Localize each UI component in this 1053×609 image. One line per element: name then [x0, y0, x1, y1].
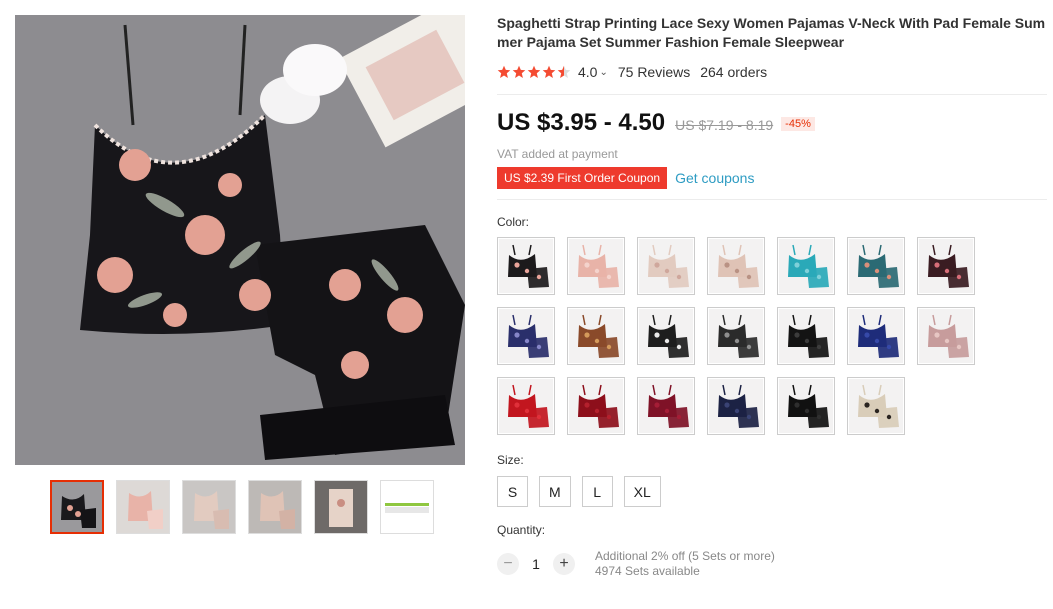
swatch-thumbnail	[709, 239, 763, 293]
swatch-thumbnail	[639, 379, 693, 433]
swatch-thumbnail	[849, 309, 903, 363]
size-option-m[interactable]: M	[539, 476, 571, 507]
color-swatch-black-lace[interactable]	[777, 307, 835, 365]
swatch-thumbnail	[849, 379, 903, 433]
color-swatches	[497, 237, 1052, 435]
size-option-s[interactable]: S	[497, 476, 528, 507]
color-swatch-teal-floral[interactable]	[847, 237, 905, 295]
swatch-thumbnail	[709, 309, 763, 363]
swatch-thumbnail	[499, 239, 553, 293]
color-swatch-navy-lace[interactable]	[707, 377, 765, 435]
color-swatch-black-satin[interactable]	[777, 377, 835, 435]
stock-available: 4974 Sets available	[595, 564, 700, 578]
thumbnail-3[interactable]	[182, 480, 236, 534]
color-swatch-burgundy[interactable]	[637, 377, 695, 435]
color-swatch-black-floral-with-pads[interactable]	[497, 237, 555, 295]
size-label: Size:	[497, 453, 524, 467]
star-icon	[542, 65, 556, 78]
chevron-down-icon[interactable]: ⌄	[599, 67, 607, 78]
quantity-label: Quantity:	[497, 523, 546, 537]
swatch-thumbnail	[569, 379, 623, 433]
thumbnail-1[interactable]	[50, 480, 104, 534]
swatch-thumbnail	[569, 309, 623, 363]
rating-row: 4.0 ⌄ 75 Reviews 264 orders	[497, 62, 1052, 82]
color-swatch-dark-floral[interactable]	[707, 307, 765, 365]
vat-note: VAT added at payment	[497, 147, 618, 161]
reviews-link[interactable]: 75 Reviews	[618, 64, 690, 80]
star-icon	[497, 65, 511, 78]
color-swatch-pink-floral[interactable]	[567, 237, 625, 295]
thumbnail-2[interactable]	[116, 480, 170, 534]
size-option-xl[interactable]: XL	[623, 476, 661, 507]
product-info: Spaghetti Strap Printing Lace Sexy Women…	[497, 14, 1052, 579]
thumbnail-4[interactable]	[248, 480, 302, 534]
swatch-thumbnail	[639, 309, 693, 363]
swatch-thumbnail	[499, 379, 553, 433]
rating-stars[interactable]	[497, 65, 571, 79]
main-product-image[interactable]	[15, 15, 465, 465]
increase-quantity-button[interactable]: +	[553, 553, 575, 575]
color-swatch-burgundy-floral[interactable]	[917, 237, 975, 295]
discount-badge: -45%	[781, 117, 815, 131]
get-coupons-link[interactable]: Get coupons	[675, 170, 754, 186]
swatch-thumbnail	[779, 239, 833, 293]
size-option-l[interactable]: L	[581, 476, 613, 507]
color-swatch-aqua[interactable]	[777, 237, 835, 295]
color-swatch-dusty-pink[interactable]	[917, 307, 975, 365]
original-price: US $7.19 - 8.19	[675, 117, 774, 133]
color-swatch-red[interactable]	[497, 377, 555, 435]
half-star-icon	[557, 65, 571, 78]
size-options: S M L XL	[497, 476, 1052, 507]
quantity-input[interactable]: 1	[519, 556, 553, 572]
color-swatch-black-white-floral[interactable]	[637, 307, 695, 365]
pajama-photo	[15, 15, 465, 465]
thumbnail-5[interactable]	[314, 480, 368, 534]
swatch-thumbnail	[919, 309, 973, 363]
color-swatch-navy-blue[interactable]	[847, 307, 905, 365]
bulk-discount-note: Additional 2% off (5 Sets or more)	[595, 549, 775, 563]
swatch-thumbnail	[569, 239, 623, 293]
swatch-thumbnail	[779, 379, 833, 433]
coupon-row: US $2.39 First Order Coupon Get coupons	[497, 167, 1052, 189]
swatch-thumbnail	[919, 239, 973, 293]
swatch-thumbnail	[499, 309, 553, 363]
price-row: US $3.95 - 4.50 US $7.19 - 8.19 -45%	[497, 109, 1052, 137]
decrease-quantity-button[interactable]: −	[497, 553, 519, 575]
product-gallery	[15, 15, 465, 465]
star-icon	[512, 65, 526, 78]
first-order-coupon[interactable]: US $2.39 First Order Coupon	[497, 167, 668, 189]
divider	[497, 94, 1047, 95]
color-label: Color:	[497, 215, 530, 229]
color-swatch-champagne[interactable]	[847, 377, 905, 435]
divider	[497, 199, 1047, 200]
thumbnail-strip	[50, 480, 434, 534]
star-icon	[527, 65, 541, 78]
color-swatch-cream-floral[interactable]	[707, 237, 765, 295]
quantity-stepper: − 1 + Additional 2% off (5 Sets or more)…	[497, 549, 1052, 579]
swatch-thumbnail	[709, 379, 763, 433]
swatch-thumbnail	[779, 309, 833, 363]
thumbnail-6[interactable]	[380, 480, 434, 534]
color-swatch-navy-print[interactable]	[497, 307, 555, 365]
quantity-info: Additional 2% off (5 Sets or more) 4974 …	[595, 549, 775, 579]
color-swatch-beige-floral[interactable]	[637, 237, 695, 295]
swatch-thumbnail	[639, 239, 693, 293]
color-swatch-wine-red[interactable]	[567, 377, 625, 435]
swatch-thumbnail	[849, 239, 903, 293]
orders-count: 264 orders	[700, 64, 768, 80]
current-price: US $3.95 - 4.50	[497, 109, 666, 136]
color-swatch-leopard[interactable]	[567, 307, 625, 365]
rating-value[interactable]: 4.0	[578, 64, 597, 80]
product-title: Spaghetti Strap Printing Lace Sexy Women…	[497, 15, 1046, 50]
